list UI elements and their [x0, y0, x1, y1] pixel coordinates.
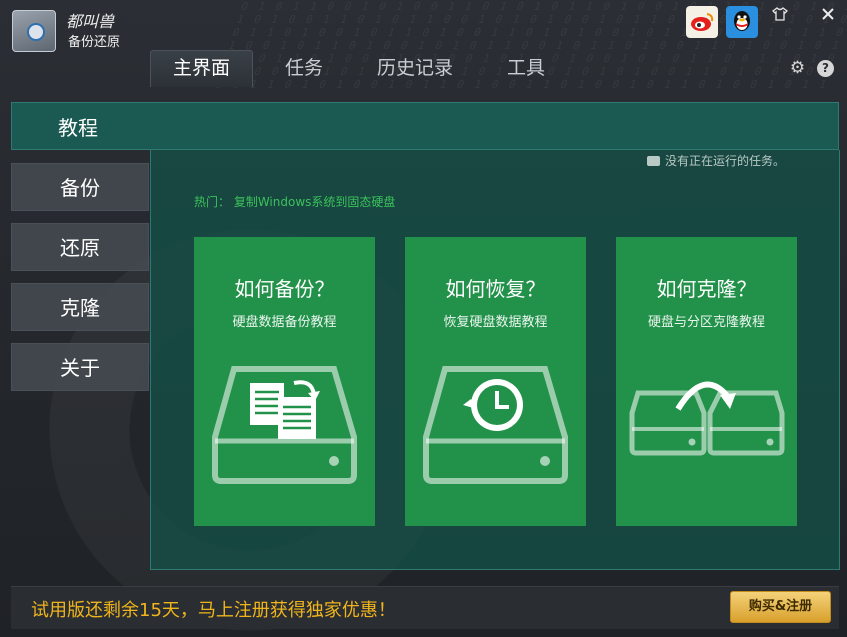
app-logo-safe-icon — [12, 10, 56, 52]
clone-drives-icon — [629, 381, 785, 456]
close-glyph — [822, 8, 834, 20]
qq-icon[interactable] — [726, 6, 758, 38]
card-title: 如何备份？ — [234, 277, 335, 301]
close-icon[interactable] — [818, 6, 838, 26]
restore-clock-drive-icon — [423, 366, 568, 484]
tab-tasks[interactable]: 任务 — [263, 50, 345, 86]
trial-promo-text: 试用版还剩余15天，马上注册获得独家优惠！ — [31, 600, 396, 621]
sidebar-item-about[interactable]: 关于 — [11, 343, 149, 391]
hot-topic-link[interactable]: 热门： 复制Windows系统到固态硬盘 — [194, 193, 395, 210]
card-how-to-restore[interactable]: 如何恢复？ 恢复硬盘数据教程 — [405, 237, 586, 526]
card-how-to-backup[interactable]: 如何备份？ 硬盘数据备份教程 — [194, 237, 375, 526]
backup-docs-drive-icon — [212, 366, 357, 484]
weibo-glyph — [691, 13, 714, 31]
sidebar-item-clone[interactable]: 克隆 — [11, 283, 149, 331]
buy-register-button[interactable]: 购买&注册 — [730, 591, 831, 623]
tshirt-icon[interactable] — [770, 6, 790, 26]
tab-history[interactable]: 历史记录 — [355, 50, 475, 86]
logo-dial — [27, 23, 45, 41]
weibo-icon[interactable] — [686, 6, 718, 38]
task-status: 没有正在运行的任务。 — [646, 152, 785, 169]
tshirt-glyph — [772, 7, 788, 21]
task-status-text: 没有正在运行的任务。 — [664, 154, 785, 168]
footer-bar: 试用版还剩余15天，马上注册获得独家优惠！ 购买&注册 — [11, 586, 839, 629]
sidebar-item-backup[interactable]: 备份 — [11, 163, 149, 211]
chat-bubble-icon — [646, 155, 660, 166]
qq-penguin-glyph — [734, 11, 750, 31]
help-icon[interactable]: ? — [817, 60, 834, 77]
gear-icon[interactable]: ⚙ — [789, 60, 806, 77]
card-subtitle: 恢复硬盘数据教程 — [443, 315, 548, 330]
card-title: 如何克隆？ — [656, 277, 757, 301]
app-title-sub: 备份还原 — [68, 35, 121, 50]
card-subtitle: 硬盘与分区克隆教程 — [647, 315, 765, 330]
tab-main[interactable]: 主界面 — [150, 50, 254, 87]
card-title: 如何恢复？ — [445, 277, 546, 301]
main-tabs: 主界面 任务 历史记录 工具 — [150, 50, 577, 87]
card-how-to-clone[interactable]: 如何克隆？ 硬盘与分区克隆教程 — [616, 237, 797, 526]
sidebar-item-restore[interactable]: 还原 — [11, 223, 149, 271]
card-subtitle: 硬盘数据备份教程 — [232, 315, 337, 330]
app-title-main: 都叫兽 — [66, 12, 115, 31]
sidebar-item-tutorial[interactable]: 教程 — [11, 104, 149, 152]
tab-tools[interactable]: 工具 — [485, 50, 567, 86]
